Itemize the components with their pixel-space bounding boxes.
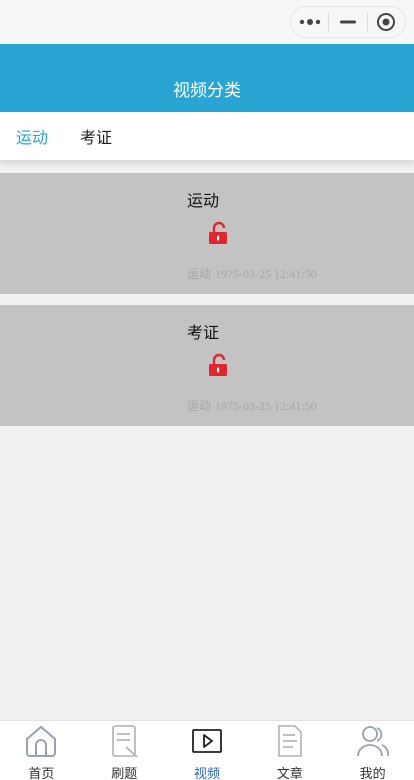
category-name: 运动 xyxy=(187,193,220,210)
target-circle-icon xyxy=(377,13,396,31)
nav-label: 视频 xyxy=(193,766,220,780)
category-tab-bar: 运动 考证 xyxy=(0,112,414,160)
category-date: 1975-03-25 12:41:50 xyxy=(215,267,317,281)
nav-label: 我的 xyxy=(359,766,386,780)
nav-item-profile[interactable]: 我的 xyxy=(331,721,414,780)
category-tag: 运动 xyxy=(187,267,212,281)
tab-certification[interactable]: 考证 xyxy=(64,124,128,148)
nav-label: 首页 xyxy=(28,766,55,780)
nav-item-video[interactable]: 视频 xyxy=(166,721,249,780)
tab-sports[interactable]: 运动 xyxy=(0,124,64,148)
nav-item-home[interactable]: 首页 xyxy=(0,721,83,780)
category-card[interactable]: 考证 运动 1975-03-25 12:41:50 xyxy=(0,305,414,426)
unlocked-icon xyxy=(209,353,227,376)
article-icon xyxy=(277,725,302,757)
nav-label: 刷题 xyxy=(111,766,138,780)
nav-label: 文章 xyxy=(276,766,303,780)
system-top-strip xyxy=(0,0,414,44)
home-icon xyxy=(26,725,57,757)
mini-program-capsule xyxy=(290,6,406,38)
title-bar: 视频分类 xyxy=(0,44,414,112)
bottom-nav: 首页 刷题 视频 文章 我的 xyxy=(0,720,414,780)
category-meta: 运动 1975-03-25 12:41:50 xyxy=(187,397,317,414)
quiz-icon xyxy=(112,725,138,758)
close-mini-program-button[interactable] xyxy=(368,7,405,37)
minimize-button[interactable] xyxy=(329,7,366,37)
page-title: 视频分类 xyxy=(173,80,241,100)
category-card[interactable]: 运动 运动 1975-03-25 12:41:50 xyxy=(0,173,414,294)
unlocked-icon xyxy=(209,221,227,244)
nav-item-article[interactable]: 文章 xyxy=(248,721,331,780)
nav-item-quiz[interactable]: 刷题 xyxy=(83,721,166,780)
video-icon xyxy=(192,729,222,753)
more-menu-button[interactable] xyxy=(291,7,328,37)
profile-icon xyxy=(356,726,389,757)
more-dots-icon xyxy=(299,19,320,25)
category-name: 考证 xyxy=(187,325,220,342)
category-tag: 运动 xyxy=(187,399,212,413)
minus-icon xyxy=(339,20,356,24)
category-date: 1975-03-25 12:41:50 xyxy=(215,399,317,413)
category-meta: 运动 1975-03-25 12:41:50 xyxy=(187,265,317,282)
